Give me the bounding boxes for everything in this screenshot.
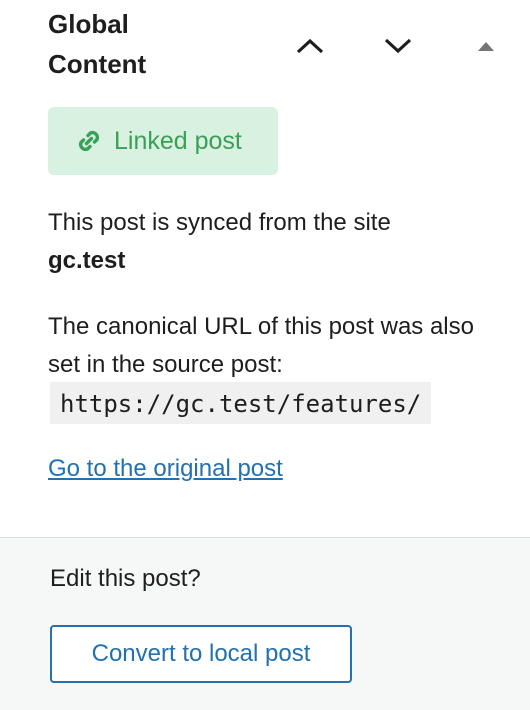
canonical-url: https://gc.test/features/ bbox=[50, 382, 432, 424]
move-up-button[interactable] bbox=[290, 26, 330, 66]
edit-post-prompt: Edit this post? bbox=[50, 565, 201, 592]
source-site-name: gc.test bbox=[48, 247, 126, 274]
canonical-info-text: The canonical URL of this post was also … bbox=[48, 313, 474, 378]
linked-post-label: Linked post bbox=[114, 126, 242, 155]
chevron-down-icon bbox=[384, 38, 412, 54]
chevron-up-icon bbox=[296, 38, 324, 54]
toggle-panel-button[interactable] bbox=[466, 26, 506, 66]
go-to-original-post-link[interactable]: Go to the original post bbox=[48, 450, 283, 488]
panel-header: Global Content bbox=[48, 4, 518, 84]
link-icon bbox=[74, 126, 104, 156]
triangle-up-icon bbox=[478, 42, 494, 51]
panel-title: Global Content bbox=[48, 9, 147, 79]
move-down-button[interactable] bbox=[378, 26, 418, 66]
edit-post-footer: Edit this post? Convert to local post bbox=[0, 538, 530, 710]
convert-to-local-post-button[interactable]: Convert to local post bbox=[50, 625, 352, 683]
linked-post-badge: Linked post bbox=[48, 107, 278, 175]
global-content-panel: Global Content Linked post This post is … bbox=[0, 0, 530, 538]
sync-info: This post is synced from the site gc.tes… bbox=[48, 204, 391, 280]
sync-info-text: This post is synced from the site bbox=[48, 209, 391, 236]
